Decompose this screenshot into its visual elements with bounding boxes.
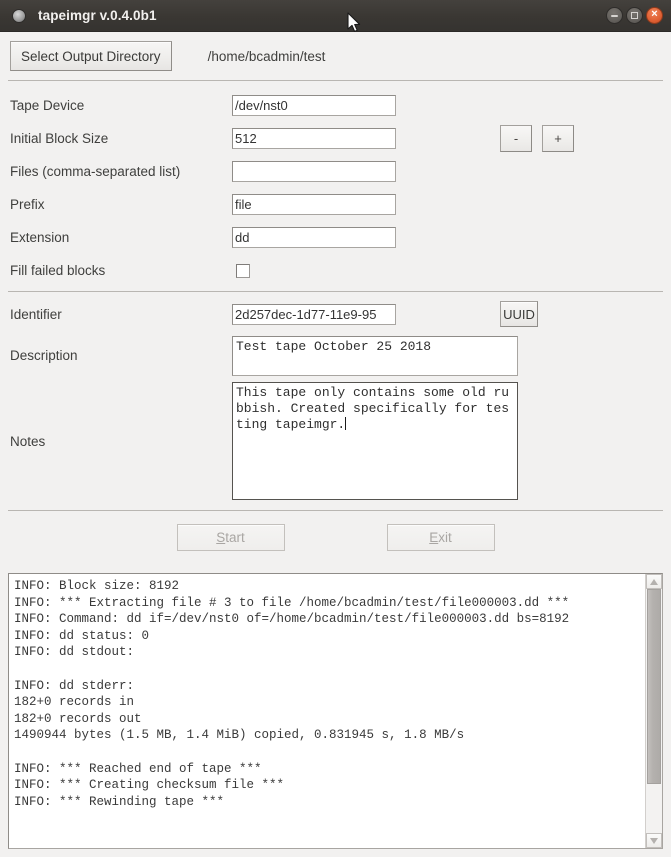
label-files: Files (comma-separated list) xyxy=(10,164,181,179)
output-directory-row: Select Output Directory /home/bcadmin/te… xyxy=(0,32,671,80)
action-buttons: Start Exit xyxy=(0,511,671,563)
label-initial-block-size: Initial Block Size xyxy=(10,131,109,146)
form-row-extension: Extension xyxy=(8,221,663,254)
select-output-directory-button[interactable]: Select Output Directory xyxy=(10,41,172,71)
block-size-decrement-button[interactable]: - xyxy=(500,125,532,152)
window-title: tapeimgr v.0.4.0b1 xyxy=(38,8,157,23)
initial-block-size-input[interactable] xyxy=(232,128,396,149)
scroll-down-icon[interactable] xyxy=(646,833,662,848)
block-size-stepper: - + xyxy=(500,125,574,152)
log-output-panel: INFO: Block size: 8192 INFO: *** Extract… xyxy=(8,573,663,849)
uuid-button[interactable]: UUID xyxy=(500,301,538,327)
files-input[interactable] xyxy=(232,161,396,182)
window-controls: × xyxy=(606,0,663,31)
form-row-files: Files (comma-separated list) xyxy=(8,155,663,188)
scrollbar-thumb[interactable] xyxy=(647,589,661,785)
title-bar: tapeimgr v.0.4.0b1 × xyxy=(0,0,671,32)
tape-device-input[interactable] xyxy=(232,95,396,116)
log-scrollbar[interactable] xyxy=(645,574,662,848)
exit-label-rest: xit xyxy=(438,529,452,545)
description-textarea[interactable]: Test tape October 25 2018 xyxy=(232,336,518,376)
output-directory-path: /home/bcadmin/test xyxy=(207,48,326,64)
exit-button[interactable]: Exit xyxy=(386,523,495,551)
label-fill-failed-blocks: Fill failed blocks xyxy=(10,263,106,278)
close-icon[interactable]: × xyxy=(646,7,663,24)
form-row-initial-block-size: Initial Block Size - + xyxy=(8,122,663,155)
start-label-rest: tart xyxy=(225,529,245,545)
metadata-section: Identifier 2d257dec-1d77-11e9-95 UUID De… xyxy=(0,292,671,510)
start-mnemonic: S xyxy=(216,529,226,545)
block-size-increment-button[interactable]: + xyxy=(542,125,574,152)
exit-mnemonic: E xyxy=(429,529,439,545)
application-window: tapeimgr v.0.4.0b1 × Select Output Direc… xyxy=(0,0,671,857)
label-extension: Extension xyxy=(10,230,70,245)
meta-row-identifier: Identifier 2d257dec-1d77-11e9-95 UUID xyxy=(8,298,663,330)
log-output-text: INFO: Block size: 8192 INFO: *** Extract… xyxy=(14,579,570,809)
scrollbar-track[interactable] xyxy=(646,589,662,833)
label-tape-device: Tape Device xyxy=(10,98,85,113)
form-row-tape-device: Tape Device xyxy=(8,89,663,122)
app-circle-icon xyxy=(12,8,26,23)
start-button[interactable]: Start xyxy=(176,523,285,551)
meta-row-notes: Notes This tape only contains some old r… xyxy=(8,382,663,500)
label-description: Description xyxy=(10,348,78,363)
notes-textarea[interactable]: This tape only contains some old rubbish… xyxy=(232,382,518,500)
settings-form: Tape Device Initial Block Size - + Files… xyxy=(0,81,671,291)
label-prefix: Prefix xyxy=(10,197,45,212)
scroll-up-icon[interactable] xyxy=(646,574,662,589)
label-identifier: Identifier xyxy=(10,306,62,322)
fill-failed-blocks-checkbox[interactable] xyxy=(236,263,250,278)
maximize-icon[interactable] xyxy=(626,7,643,24)
extension-input[interactable] xyxy=(232,227,396,248)
text-caret xyxy=(345,417,347,430)
minimize-icon[interactable] xyxy=(606,7,623,24)
prefix-input[interactable] xyxy=(232,194,396,215)
label-notes: Notes xyxy=(10,434,46,449)
client-area: Select Output Directory /home/bcadmin/te… xyxy=(0,32,671,857)
form-row-fill-failed-blocks: Fill failed blocks xyxy=(8,254,663,287)
form-row-prefix: Prefix xyxy=(8,188,663,221)
identifier-input[interactable]: 2d257dec-1d77-11e9-95 xyxy=(232,303,396,325)
notes-text: This tape only contains some old rubbish… xyxy=(236,385,510,432)
meta-row-description: Description Test tape October 25 2018 xyxy=(8,336,663,376)
